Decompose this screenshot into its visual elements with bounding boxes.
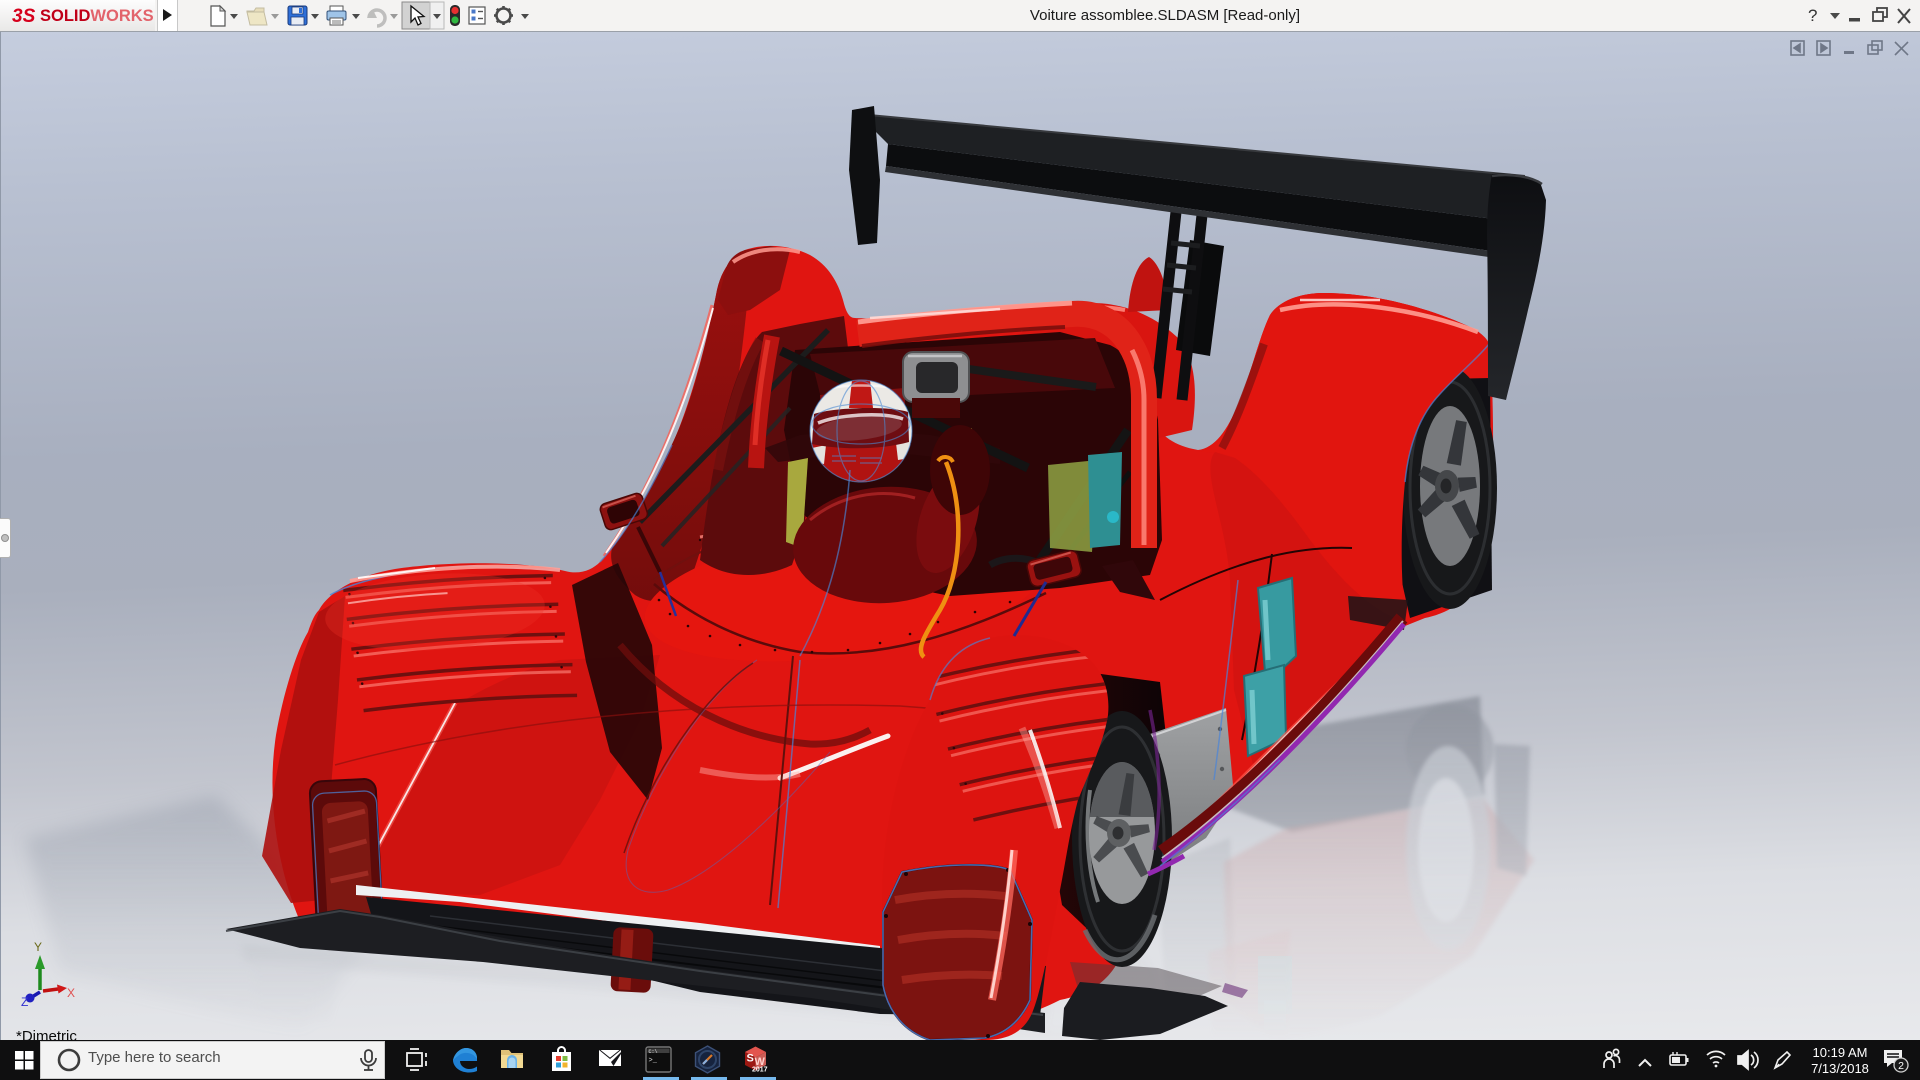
svg-text:2: 2 — [1898, 1060, 1904, 1072]
svg-text:7/13/2018: 7/13/2018 — [1811, 1061, 1869, 1076]
svg-text:2017: 2017 — [752, 1067, 768, 1074]
svg-text:Z: Z — [21, 995, 28, 1009]
svg-text:Y: Y — [34, 940, 42, 954]
svg-text:>_: >_ — [649, 1057, 658, 1065]
svg-text:?: ? — [1808, 6, 1817, 25]
svg-text:X: X — [67, 986, 75, 1000]
svg-text:C:\: C:\ — [649, 1049, 658, 1055]
svg-text:10:19 AM: 10:19 AM — [1813, 1045, 1868, 1060]
svg-text:S: S — [747, 1053, 754, 1065]
